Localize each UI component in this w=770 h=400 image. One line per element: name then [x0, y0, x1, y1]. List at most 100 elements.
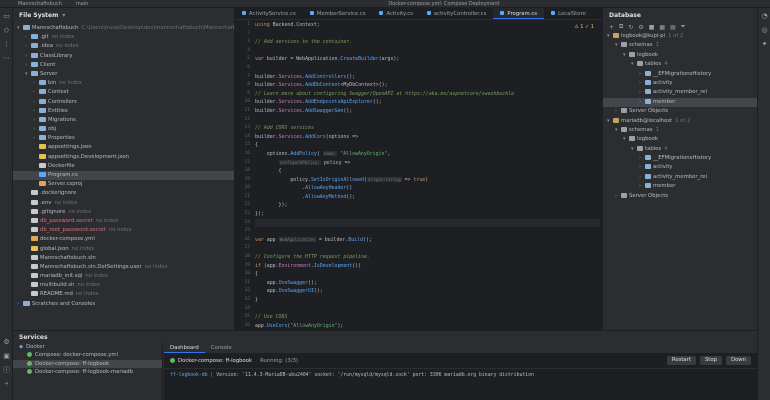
tree-item[interactable]: › Entities: [13, 107, 234, 116]
tree-item[interactable]: ▾ Server: [13, 70, 234, 79]
code-line[interactable]: [255, 227, 600, 236]
db-tree-item[interactable]: ▾ tables 4: [603, 60, 757, 69]
tree-item[interactable]: docker-compose.yml: [13, 235, 234, 244]
service-item[interactable]: ◆ Docker: [13, 343, 162, 351]
code-line[interactable]: app.UseSwagger();: [255, 279, 600, 288]
code-line[interactable]: configurePolicy: policy =>: [255, 159, 600, 168]
code-area[interactable]: using Backend.Context; // Add services t…: [255, 21, 600, 346]
tree-item[interactable]: › Migrations: [13, 116, 234, 125]
editor-tab[interactable]: MemberService.cs: [303, 8, 373, 19]
run-configuration[interactable]: Docker-compose.yml: Compose Deployment: [388, 1, 499, 7]
code-line[interactable]: [255, 244, 600, 253]
git-icon[interactable]: ⑂: [2, 380, 11, 389]
tree-item[interactable]: README.md no index: [13, 290, 234, 299]
settings-icon[interactable]: ⚙: [638, 24, 643, 31]
code-line[interactable]: // Learn more about configuring Swagger/…: [255, 90, 600, 99]
services-tab-dashboard[interactable]: Dashboard: [164, 343, 205, 353]
db-tree-item[interactable]: › __EFMigrationsHistory: [603, 70, 757, 79]
code-line[interactable]: options.AddPolicy( name: "AllowAnyOrigin…: [255, 150, 600, 159]
service-item[interactable]: Docker-compose: ff-logbook-mariadb: [13, 368, 162, 376]
refresh-icon[interactable]: ↻: [628, 24, 633, 31]
code-line[interactable]: // Add services to the container.: [255, 38, 600, 47]
tree-item[interactable]: ▾ Mannschaftsbuch C:\Users\jrusa\Desktop\d…: [13, 24, 250, 33]
db-tree-item[interactable]: › activity_member_rel: [603, 173, 757, 182]
code-line[interactable]: builder.Services.AddControllers();: [255, 73, 600, 82]
console-icon[interactable]: ▤: [670, 24, 676, 31]
tree-item[interactable]: Mannschaftsbuch.sln.DotSettings.user no i…: [13, 263, 234, 272]
code-line[interactable]: var app WebApplication = builder.Build()…: [255, 236, 600, 245]
tree-item[interactable]: db_root_password.secret no index: [13, 226, 234, 235]
tree-item[interactable]: multibuild.sh no index: [13, 281, 234, 290]
service-item[interactable]: Docker-compose: ff-logbook: [13, 359, 162, 369]
db-tree-item[interactable]: ▾ tables 4: [603, 145, 757, 154]
tree-item[interactable]: › Scratches and Consoles: [13, 300, 234, 309]
structure-icon[interactable]: ⋮: [2, 40, 11, 49]
tree-item[interactable]: › obj: [13, 125, 234, 134]
db-tree-item[interactable]: › activity: [603, 79, 757, 88]
tree-item[interactable]: › .git no index: [13, 33, 234, 42]
tree-item[interactable]: .gitignore no index: [13, 208, 234, 217]
down-button[interactable]: Down: [725, 356, 751, 365]
code-line[interactable]: if (app.Environment.IsDevelopment()): [255, 262, 600, 271]
db-tree-item[interactable]: › __EFMigrationsHistory: [603, 154, 757, 163]
code-line[interactable]: // Use CORS: [255, 313, 600, 322]
services-tab-console[interactable]: Console: [205, 343, 238, 353]
tree-item[interactable]: .dockerignore: [13, 189, 234, 198]
code-line[interactable]: using Backend.Context;: [255, 21, 600, 30]
db-tree-item[interactable]: ▾ logbook@kupi-pi 1 of 2: [603, 32, 757, 41]
tree-item[interactable]: › Properties: [13, 134, 234, 143]
folder-icon[interactable]: ▭: [2, 12, 11, 21]
code-line[interactable]: var builder = WebApplication.CreateBuild…: [255, 55, 600, 64]
editor-tab[interactable]: activityController.cs: [420, 8, 493, 19]
code-line[interactable]: builder.Services.AddCors(options =>: [255, 133, 600, 142]
copy-icon[interactable]: ⧉: [619, 23, 623, 31]
db-tree-item[interactable]: › Server Objects: [603, 107, 757, 116]
editor-tab[interactable]: LocalStore: [544, 8, 593, 19]
code-line[interactable]: builder.Services.AddDbContext<MyDbContex…: [255, 81, 600, 90]
code-line[interactable]: }: [255, 296, 600, 305]
tree-item[interactable]: appsettings.Development.json: [13, 153, 234, 162]
db-tree-item[interactable]: ▾ logbook: [603, 51, 757, 60]
tree-item[interactable]: › Context: [13, 88, 234, 97]
code-line[interactable]: [255, 305, 600, 314]
code-line[interactable]: app.UseSwaggerUI();: [255, 287, 600, 296]
tree-item[interactable]: Dockerfile: [13, 162, 234, 171]
notifications-icon[interactable]: ◔: [760, 12, 769, 21]
code-line[interactable]: [255, 116, 600, 125]
problems-icon[interactable]: ⓘ: [2, 366, 11, 375]
tree-item[interactable]: Mannschaftsbuch.sln: [13, 254, 234, 263]
code-line[interactable]: });: [255, 210, 600, 219]
tree-item[interactable]: appsettings.json: [13, 143, 234, 152]
db-tree-item[interactable]: ▾ mariadb@localhost 1 of 2: [603, 117, 757, 126]
code-line[interactable]: .AllowAnyHeader(): [255, 184, 600, 193]
db-tree-item[interactable]: › member: [603, 182, 757, 191]
tree-item[interactable]: › Controllers: [13, 98, 234, 107]
commit-icon[interactable]: ◇: [2, 26, 11, 35]
tree-item[interactable]: Program.cs: [13, 171, 234, 181]
filter-icon[interactable]: ⏷: [681, 23, 686, 31]
stop-button[interactable]: Stop: [699, 356, 722, 365]
table-icon[interactable]: ▦: [659, 24, 665, 31]
code-line[interactable]: });: [255, 201, 600, 210]
tree-item[interactable]: › .idea no index: [13, 42, 234, 51]
stop-icon[interactable]: ■: [649, 24, 655, 31]
code-line[interactable]: // Configure the HTTP request pipeline.: [255, 253, 600, 262]
branch-name[interactable]: main: [76, 1, 89, 7]
tree-item[interactable]: db_password.secret no index: [13, 217, 234, 226]
db-tree-item[interactable]: › activity_member_rel: [603, 88, 757, 97]
db-tree-item[interactable]: › Server Objects: [603, 192, 757, 201]
add-icon[interactable]: +: [609, 24, 614, 31]
tree-item[interactable]: › ClassLibrary: [13, 52, 234, 61]
code-line[interactable]: {: [255, 167, 600, 176]
restart-button[interactable]: Restart: [666, 356, 696, 365]
editor-tab[interactable]: Activity.cs: [372, 8, 419, 19]
code-line[interactable]: {: [255, 141, 600, 150]
tree-item[interactable]: › Client: [13, 61, 234, 70]
chevron-down-icon[interactable]: ▾: [62, 12, 65, 19]
services-icon[interactable]: ⚙: [2, 338, 11, 347]
db-tree-item[interactable]: ▾ schemas 1: [603, 41, 757, 50]
more-icon[interactable]: ⋯: [2, 54, 11, 63]
code-line[interactable]: [255, 30, 600, 39]
project-name[interactable]: Mannschaftsbuch: [18, 1, 62, 7]
code-line[interactable]: builder.Services.AddEndpointsApiExplorer…: [255, 98, 600, 107]
